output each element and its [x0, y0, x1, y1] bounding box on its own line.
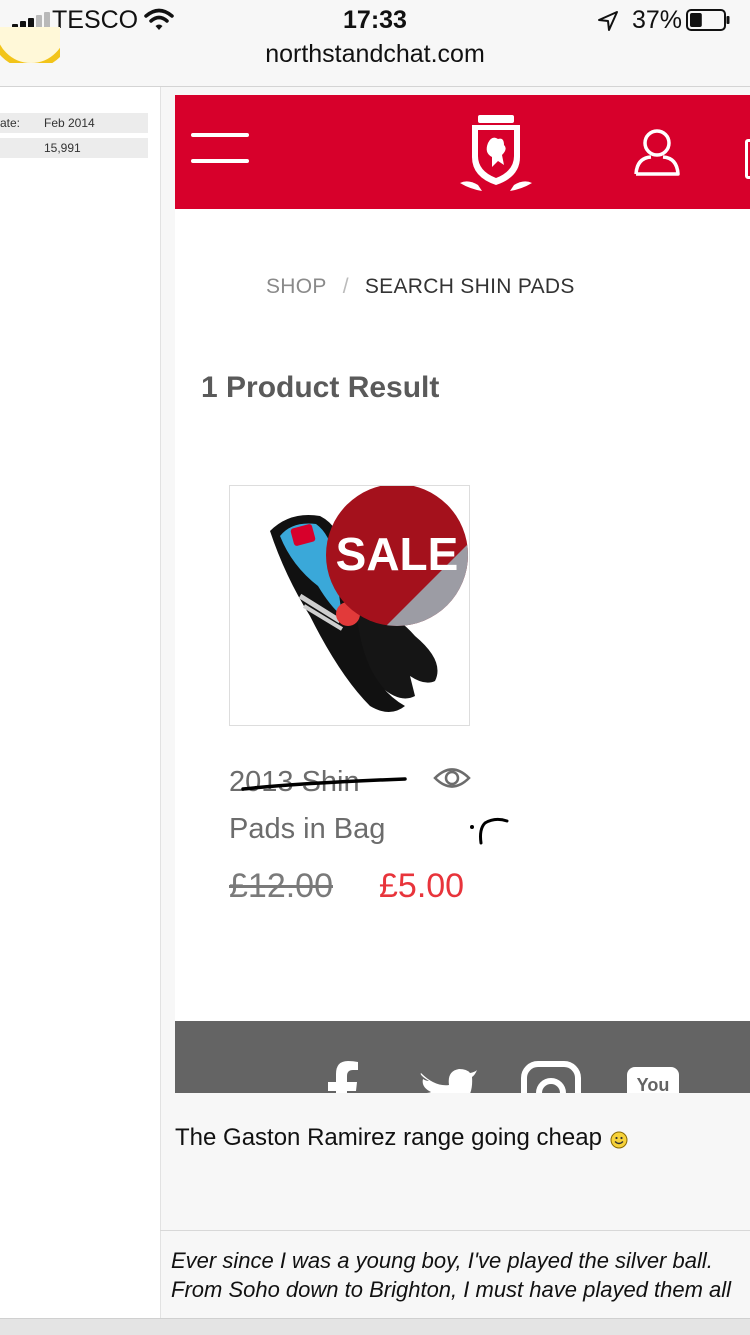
join-date-value: Feb 2014 [44, 116, 95, 130]
smiley-icon [610, 1131, 628, 1149]
scribble-strikethrough [241, 777, 407, 791]
avatar[interactable] [0, 27, 60, 63]
breadcrumb: SHOP / SEARCH SHIN PADS [266, 275, 575, 299]
basket-icon[interactable] [745, 139, 750, 179]
breadcrumb-current: SEARCH SHIN PADS [364, 275, 575, 298]
bottom-toolbar-edge [0, 1318, 750, 1335]
youtube-label: You [637, 1075, 670, 1093]
sale-badge-text: SALE [336, 528, 459, 580]
post-count-value: 15,991 [44, 141, 81, 155]
battery-icon [686, 9, 730, 31]
join-date-label: ate: [0, 116, 21, 130]
sale-badge: SALE [326, 486, 468, 626]
breadcrumb-shop-link[interactable]: SHOP [266, 275, 327, 298]
sale-price: £5.00 [379, 867, 465, 905]
facebook-icon[interactable] [313, 1061, 373, 1093]
hamburger-menu-icon[interactable] [191, 133, 249, 171]
signature-line: From Soho down to Brighton, I must have … [171, 1277, 732, 1302]
results-heading: 1 Product Result [201, 371, 440, 404]
signature: Ever since I was a young boy, I've playe… [171, 1246, 750, 1304]
twitter-icon[interactable] [417, 1061, 477, 1093]
club-crest-icon[interactable] [458, 113, 534, 195]
product-image[interactable]: SALE [229, 485, 470, 726]
original-price: £12.00 [229, 867, 333, 905]
location-arrow-icon [598, 11, 618, 31]
shop-header [175, 95, 750, 209]
battery-percentage: 37% [632, 6, 683, 34]
breadcrumb-separator: / [342, 275, 349, 298]
post-body: The Gaston Ramirez range going cheap [175, 1124, 628, 1152]
poster-info-column: ate: Feb 2014 15,991 [0, 27, 161, 1334]
youtube-icon[interactable]: You [625, 1067, 685, 1093]
signature-divider [160, 1230, 750, 1231]
eye-icon[interactable] [433, 765, 471, 791]
embedded-screenshot[interactable]: SHOP / SEARCH SHIN PADS 1 Product Result S… [175, 95, 750, 1093]
post-count-row: 15,991 [0, 138, 148, 158]
signature-line: Ever since I was a young boy, I've playe… [171, 1248, 713, 1273]
status-bar: TESCO 17:33 37% northstandchat.com [0, 0, 750, 87]
instagram-icon[interactable] [521, 1061, 581, 1093]
account-icon[interactable] [633, 127, 681, 177]
join-date-row: ate: Feb 2014 [0, 113, 148, 133]
shop-footer: You [175, 1021, 750, 1093]
post-text: The Gaston Ramirez range going cheap [175, 1124, 602, 1151]
scribble-mark [470, 817, 509, 845]
url-bar[interactable]: northstandchat.com [0, 40, 750, 69]
